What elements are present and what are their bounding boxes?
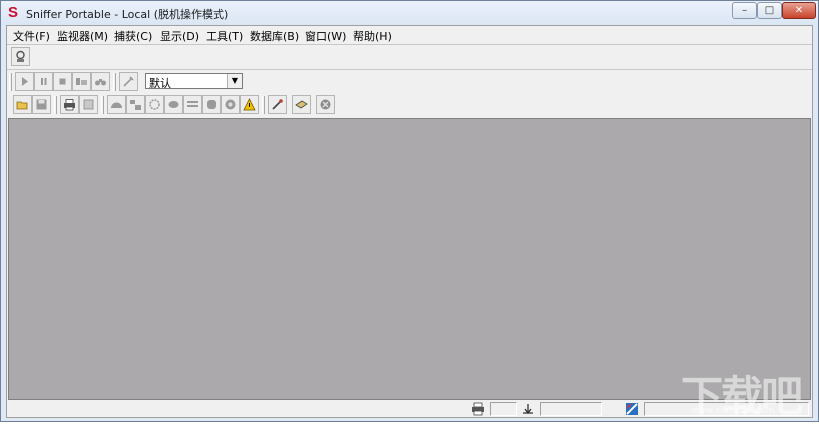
dashboard-button[interactable] <box>107 95 126 114</box>
menu-window[interactable]: 窗口(W) <box>305 28 346 44</box>
toolbar-grip <box>101 96 104 114</box>
stop-icon <box>59 78 66 85</box>
menu-database[interactable]: 数据库(B) <box>250 28 299 44</box>
stop-and-display-button[interactable] <box>72 72 91 91</box>
settings-book-icon <box>295 100 308 109</box>
toolbar-capture: 默认 ▼ <box>9 72 249 94</box>
chevron-down-icon[interactable]: ▼ <box>227 74 242 88</box>
reset-circle-icon <box>320 99 331 110</box>
host-table-button[interactable] <box>126 95 145 114</box>
pause-capture-button[interactable] <box>34 72 53 91</box>
menu-tools[interactable]: 工具(T) <box>206 28 243 44</box>
network-adapter-icon <box>16 50 25 62</box>
app-window: S Sniffer Portable - Local (脱机操作模式) – □ … <box>0 0 819 422</box>
save-icon <box>36 99 47 110</box>
menu-file[interactable]: 文件(F) <box>13 28 50 44</box>
settings-button[interactable] <box>292 95 311 114</box>
define-filter-button[interactable] <box>119 72 138 91</box>
toolbar-grip[interactable] <box>9 73 12 91</box>
address-book-button[interactable] <box>268 95 287 114</box>
status-panel-adapter <box>540 402 602 416</box>
folder-open-icon <box>16 101 28 110</box>
window-title: Sniffer Portable - Local (脱机操作模式) <box>26 8 229 21</box>
save-button[interactable] <box>32 95 51 114</box>
print-button[interactable] <box>60 95 79 114</box>
print-preview-icon <box>83 99 94 110</box>
menu-monitor[interactable]: 监视器(M) <box>57 28 108 44</box>
mdi-workspace[interactable] <box>8 118 811 400</box>
stop-display-icon <box>76 78 87 85</box>
history-samples-button[interactable] <box>183 95 202 114</box>
sniffer-logo-icon: S <box>8 4 19 21</box>
minimize-button[interactable]: – <box>732 2 757 19</box>
client-area: 文件(F) 监视器(M) 捕获(C) 显示(D) 工具(T) 数据库(B) 窗口… <box>6 25 813 418</box>
protocol-distribution-icon <box>207 100 216 109</box>
matrix-button[interactable] <box>145 95 164 114</box>
alarm-log-button[interactable] <box>240 95 259 114</box>
toolbar-grip <box>113 73 116 91</box>
reset-button[interactable] <box>316 95 335 114</box>
menu-separator <box>7 44 812 45</box>
menu-bar: 文件(F) 监视器(M) 捕获(C) 显示(D) 工具(T) 数据库(B) 窗口… <box>7 26 812 44</box>
toolbar-tools <box>9 95 339 117</box>
alarm-warning-icon <box>243 98 256 111</box>
application-response-icon <box>168 101 179 108</box>
printer-status-icon <box>472 402 484 416</box>
filter-profile-value: 默认 <box>149 77 171 90</box>
status-panel-print <box>490 402 517 416</box>
global-statistics-button[interactable] <box>221 95 240 114</box>
global-statistics-icon <box>225 99 236 110</box>
host-table-icon <box>130 100 141 110</box>
toolbar-network <box>9 47 49 69</box>
menu-help[interactable]: 帮助(H) <box>353 28 392 44</box>
pause-icon <box>41 78 47 85</box>
menu-capture[interactable]: 捕获(C) <box>114 28 152 44</box>
monitor-status-icon <box>626 403 638 415</box>
dashboard-icon <box>111 102 122 108</box>
watermark-url: www.xiazaiba.com <box>691 406 775 416</box>
toolbar-grip <box>54 96 57 114</box>
history-samples-icon <box>187 101 198 107</box>
matrix-icon <box>149 99 160 110</box>
print-preview-button[interactable] <box>79 95 98 114</box>
toolbar-separator-1 <box>7 69 812 70</box>
application-response-button[interactable] <box>164 95 183 114</box>
title-bar[interactable]: S Sniffer Portable - Local (脱机操作模式) – □ … <box>1 1 818 25</box>
filter-tool-icon <box>123 76 134 87</box>
stop-capture-button[interactable] <box>53 72 72 91</box>
binoculars-icon <box>95 79 106 86</box>
adapter-button[interactable] <box>11 47 30 66</box>
adapter-status-icon <box>523 404 533 415</box>
close-button[interactable]: ✕ <box>782 2 816 19</box>
filter-profile-select[interactable]: 默认 ▼ <box>145 73 243 90</box>
printer-icon <box>64 99 75 111</box>
maximize-button[interactable]: □ <box>757 2 782 19</box>
open-button[interactable] <box>13 95 32 114</box>
menu-display[interactable]: 显示(D) <box>160 28 199 44</box>
start-capture-button[interactable] <box>15 72 34 91</box>
display-capture-button[interactable] <box>91 72 110 91</box>
play-icon <box>22 77 28 86</box>
address-tool-icon <box>272 99 283 110</box>
toolbar-grip <box>262 96 265 114</box>
protocol-distribution-button[interactable] <box>202 95 221 114</box>
